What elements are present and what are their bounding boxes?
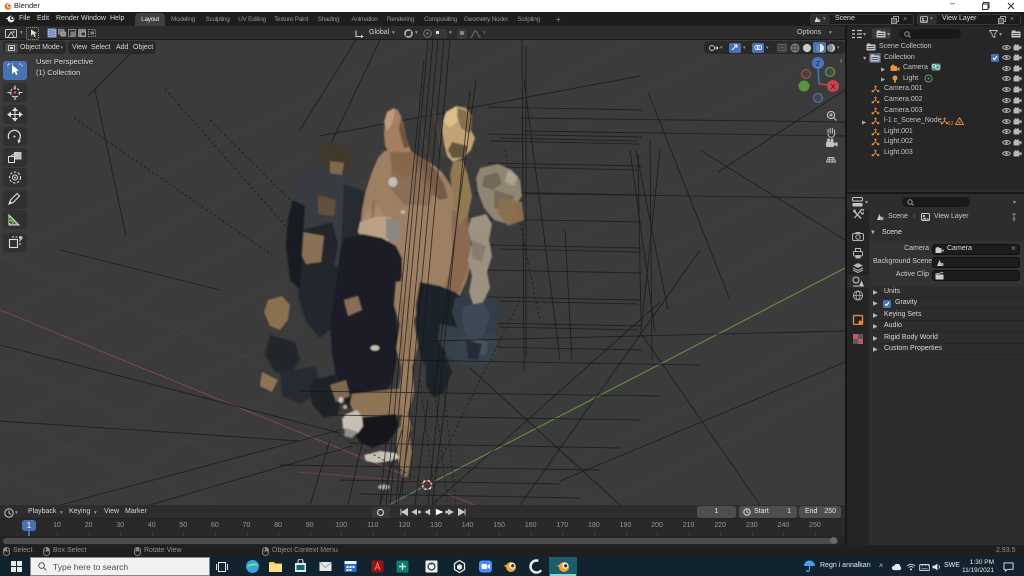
svg-text:X: X: [831, 84, 836, 91]
svg-text:‹: ‹: [840, 56, 843, 65]
svg-text:Z: Z: [816, 61, 821, 68]
